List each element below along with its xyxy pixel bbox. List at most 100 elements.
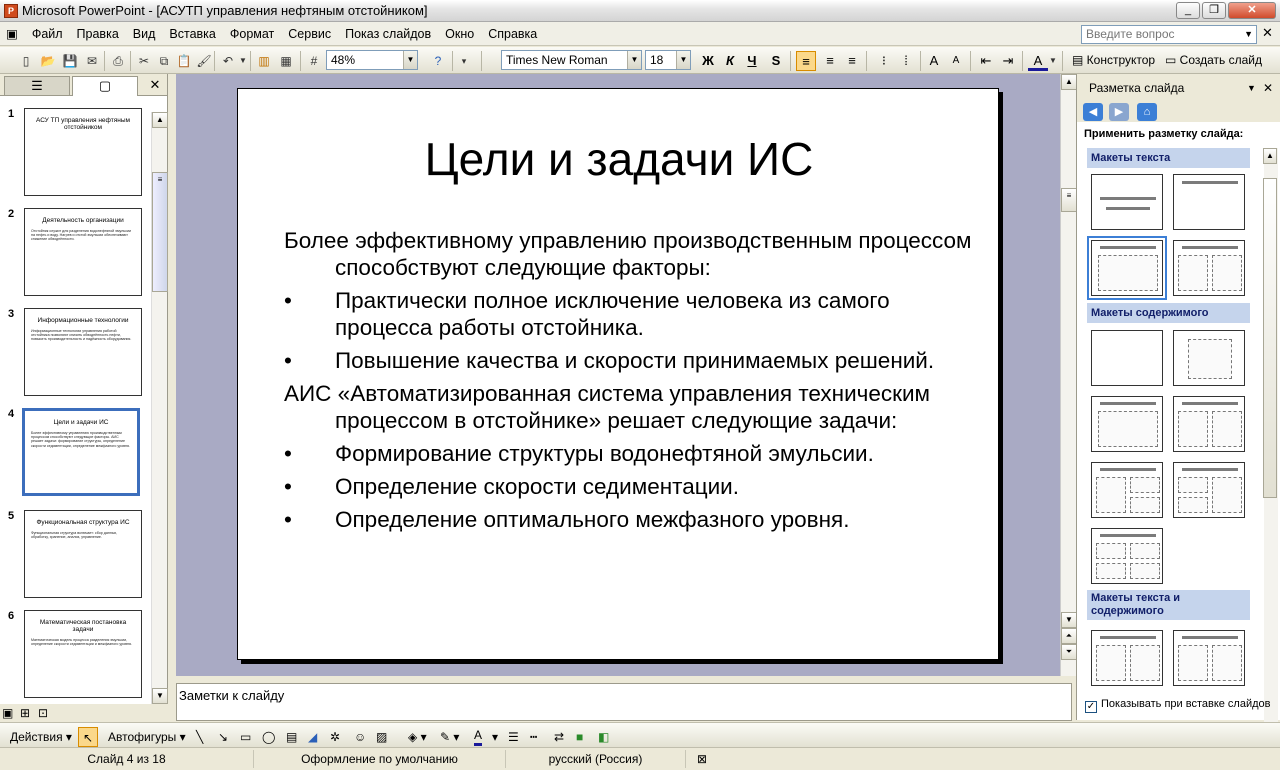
show-on-insert-checkbox[interactable]: ✓ Показывать при вставке слайдов bbox=[1085, 698, 1271, 713]
back-icon[interactable]: ◀ bbox=[1083, 103, 1103, 121]
layout-content[interactable] bbox=[1173, 330, 1245, 386]
picture-icon[interactable]: ▨ bbox=[376, 727, 387, 747]
dash-style-icon[interactable]: ┅ bbox=[530, 727, 537, 747]
clipart-icon[interactable]: ☺ bbox=[354, 727, 366, 747]
scroll-down-icon[interactable]: ▼ bbox=[1061, 612, 1077, 628]
insert-chart-icon[interactable]: ▥ bbox=[254, 51, 274, 71]
undo-icon[interactable]: ↶ bbox=[218, 51, 238, 71]
layout-title-content-text[interactable] bbox=[1173, 630, 1245, 686]
current-slide[interactable]: Цели и задачи ИС Более эффективному упра… bbox=[237, 88, 999, 660]
layout-title-text-content[interactable] bbox=[1091, 630, 1163, 686]
arrow-icon[interactable]: ↘ bbox=[218, 727, 228, 747]
scroll-up-icon[interactable]: ▲ bbox=[1263, 148, 1277, 164]
layout-title-2-content-content[interactable] bbox=[1173, 462, 1245, 518]
layout-blank[interactable] bbox=[1091, 330, 1163, 386]
layout-title-two-content[interactable] bbox=[1173, 396, 1245, 452]
help-search-input[interactable]: Введите вопрос ▼ bbox=[1081, 25, 1257, 44]
spellcheck-icon[interactable]: ⊠ bbox=[690, 750, 714, 768]
increase-font-icon[interactable]: A bbox=[924, 51, 944, 71]
chevron-down-icon[interactable]: ▼ bbox=[1244, 26, 1253, 43]
forward-icon[interactable]: ▶ bbox=[1109, 103, 1129, 121]
diagram-icon[interactable]: ✲ bbox=[330, 727, 340, 747]
scroll-down-icon[interactable]: ▼ bbox=[152, 688, 168, 704]
align-left-button[interactable]: ≡ bbox=[796, 51, 816, 71]
slide-title[interactable]: Цели и задачи ИС bbox=[238, 133, 1000, 185]
chevron-down-icon[interactable]: ▼ bbox=[627, 51, 641, 69]
slideshow-icon[interactable]: ⊡ bbox=[38, 706, 48, 720]
wordart-icon[interactable]: ◢ bbox=[308, 727, 317, 747]
maximize-button[interactable]: ❐ bbox=[1202, 2, 1226, 19]
slide-body[interactable]: Более эффективному управлению производст… bbox=[284, 227, 984, 539]
help-icon[interactable]: ? bbox=[428, 51, 448, 71]
rectangle-icon[interactable]: ▭ bbox=[240, 727, 251, 747]
layout-title-only[interactable] bbox=[1173, 174, 1245, 230]
textbox-icon[interactable]: ▤ bbox=[286, 727, 297, 747]
layout-two-columns[interactable] bbox=[1173, 240, 1245, 296]
actions-button[interactable]: Действия ▾ bbox=[10, 727, 72, 747]
3d-style-icon[interactable]: ◧ bbox=[598, 727, 609, 747]
align-center-button[interactable]: ≡ bbox=[820, 51, 840, 71]
next-slide-icon[interactable]: ⏷ bbox=[1061, 644, 1077, 660]
layout-title-content-2-content[interactable] bbox=[1091, 462, 1163, 518]
print-icon[interactable]: ⎙ bbox=[108, 51, 128, 71]
autoshapes-button[interactable]: Автофигуры ▾ bbox=[108, 727, 186, 747]
zoom-select[interactable]: 48% ▼ bbox=[326, 50, 418, 70]
font-color-icon[interactable]: A bbox=[1028, 51, 1048, 71]
checkbox-checked-icon[interactable]: ✓ bbox=[1085, 701, 1097, 713]
font-size-select[interactable]: 18 ▼ bbox=[645, 50, 691, 70]
scroll-thumb[interactable] bbox=[1263, 178, 1277, 498]
shadow-style-icon[interactable]: ■ bbox=[576, 727, 583, 747]
font-select[interactable]: Times New Roman ▼ bbox=[501, 50, 642, 70]
prev-slide-icon[interactable]: ⏶ bbox=[1061, 628, 1077, 644]
line-style-icon[interactable]: ☰ bbox=[508, 727, 519, 747]
scroll-up-icon[interactable]: ▲ bbox=[1061, 74, 1077, 90]
close-button[interactable]: ✕ bbox=[1228, 2, 1276, 19]
fill-color-icon[interactable]: ◈ ▾ bbox=[408, 727, 427, 747]
menu-view[interactable]: Вид bbox=[126, 22, 163, 46]
bullets-icon[interactable]: ⁞ bbox=[896, 51, 916, 71]
paste-icon[interactable]: 📋 bbox=[174, 51, 194, 71]
menu-tools[interactable]: Сервис bbox=[281, 22, 338, 46]
save-icon[interactable]: 💾 bbox=[60, 51, 80, 71]
increase-indent-icon[interactable]: ⇥ bbox=[998, 51, 1018, 71]
align-right-button[interactable]: ≡ bbox=[842, 51, 862, 71]
select-pointer-icon[interactable]: ↖ bbox=[78, 727, 98, 747]
task-pane-scrollbar[interactable]: ▲ ▼ bbox=[1263, 148, 1278, 758]
bold-button[interactable]: Ж bbox=[698, 51, 718, 71]
shadow-button[interactable]: S bbox=[766, 51, 786, 71]
italic-button[interactable]: К bbox=[720, 51, 740, 71]
scroll-thumb[interactable]: ≡ bbox=[1061, 188, 1077, 212]
new-icon[interactable]: ▯ bbox=[16, 51, 36, 71]
slide-sorter-icon[interactable]: ⊞ bbox=[20, 706, 30, 720]
layout-title-text[interactable] bbox=[1087, 236, 1167, 300]
home-icon[interactable]: ⌂ bbox=[1137, 103, 1157, 121]
slide-vertical-scrollbar[interactable]: ▲ ≡ ▼ ⏶ ⏷ bbox=[1060, 74, 1077, 676]
minimize-button[interactable]: _ bbox=[1176, 2, 1200, 19]
tab-slides[interactable]: ▢ bbox=[72, 76, 138, 96]
permission-icon[interactable]: ✉ bbox=[82, 51, 102, 71]
toolbar-options-icon[interactable]: ▾ bbox=[456, 51, 472, 71]
close-doc-icon[interactable]: ✕ bbox=[1262, 25, 1273, 41]
format-painter-icon[interactable]: 🖌 bbox=[194, 51, 214, 71]
insert-table-icon[interactable]: ▦ bbox=[276, 51, 296, 71]
designer-button[interactable]: ▤ Конструктор bbox=[1072, 50, 1155, 70]
cut-icon[interactable]: ✂ bbox=[134, 51, 154, 71]
undo-dropdown-icon[interactable]: ▼ bbox=[238, 51, 248, 71]
slides-scrollbar[interactable]: ▲ ≡ ▼ bbox=[151, 112, 168, 704]
layout-title-slide[interactable] bbox=[1091, 174, 1163, 230]
close-icon[interactable]: ✕ bbox=[1263, 74, 1273, 102]
menu-slideshow[interactable]: Показ слайдов bbox=[338, 22, 438, 46]
oval-icon[interactable]: ◯ bbox=[262, 727, 275, 747]
menu-format[interactable]: Формат bbox=[223, 22, 281, 46]
normal-view-icon[interactable]: ▣ bbox=[2, 706, 13, 720]
scroll-up-icon[interactable]: ▲ bbox=[152, 112, 168, 128]
menu-help[interactable]: Справка bbox=[481, 22, 544, 46]
line-color-icon[interactable]: ✎ ▾ bbox=[440, 727, 459, 747]
menu-insert[interactable]: Вставка bbox=[162, 22, 222, 46]
chevron-down-icon[interactable]: ▼ bbox=[1247, 74, 1256, 102]
doc-icon[interactable]: ▣ bbox=[0, 22, 25, 46]
grid-icon[interactable]: # bbox=[304, 51, 324, 71]
chevron-down-icon[interactable]: ▼ bbox=[676, 51, 690, 69]
underline-button[interactable]: Ч bbox=[742, 51, 762, 71]
open-icon[interactable]: 📂 bbox=[38, 51, 58, 71]
